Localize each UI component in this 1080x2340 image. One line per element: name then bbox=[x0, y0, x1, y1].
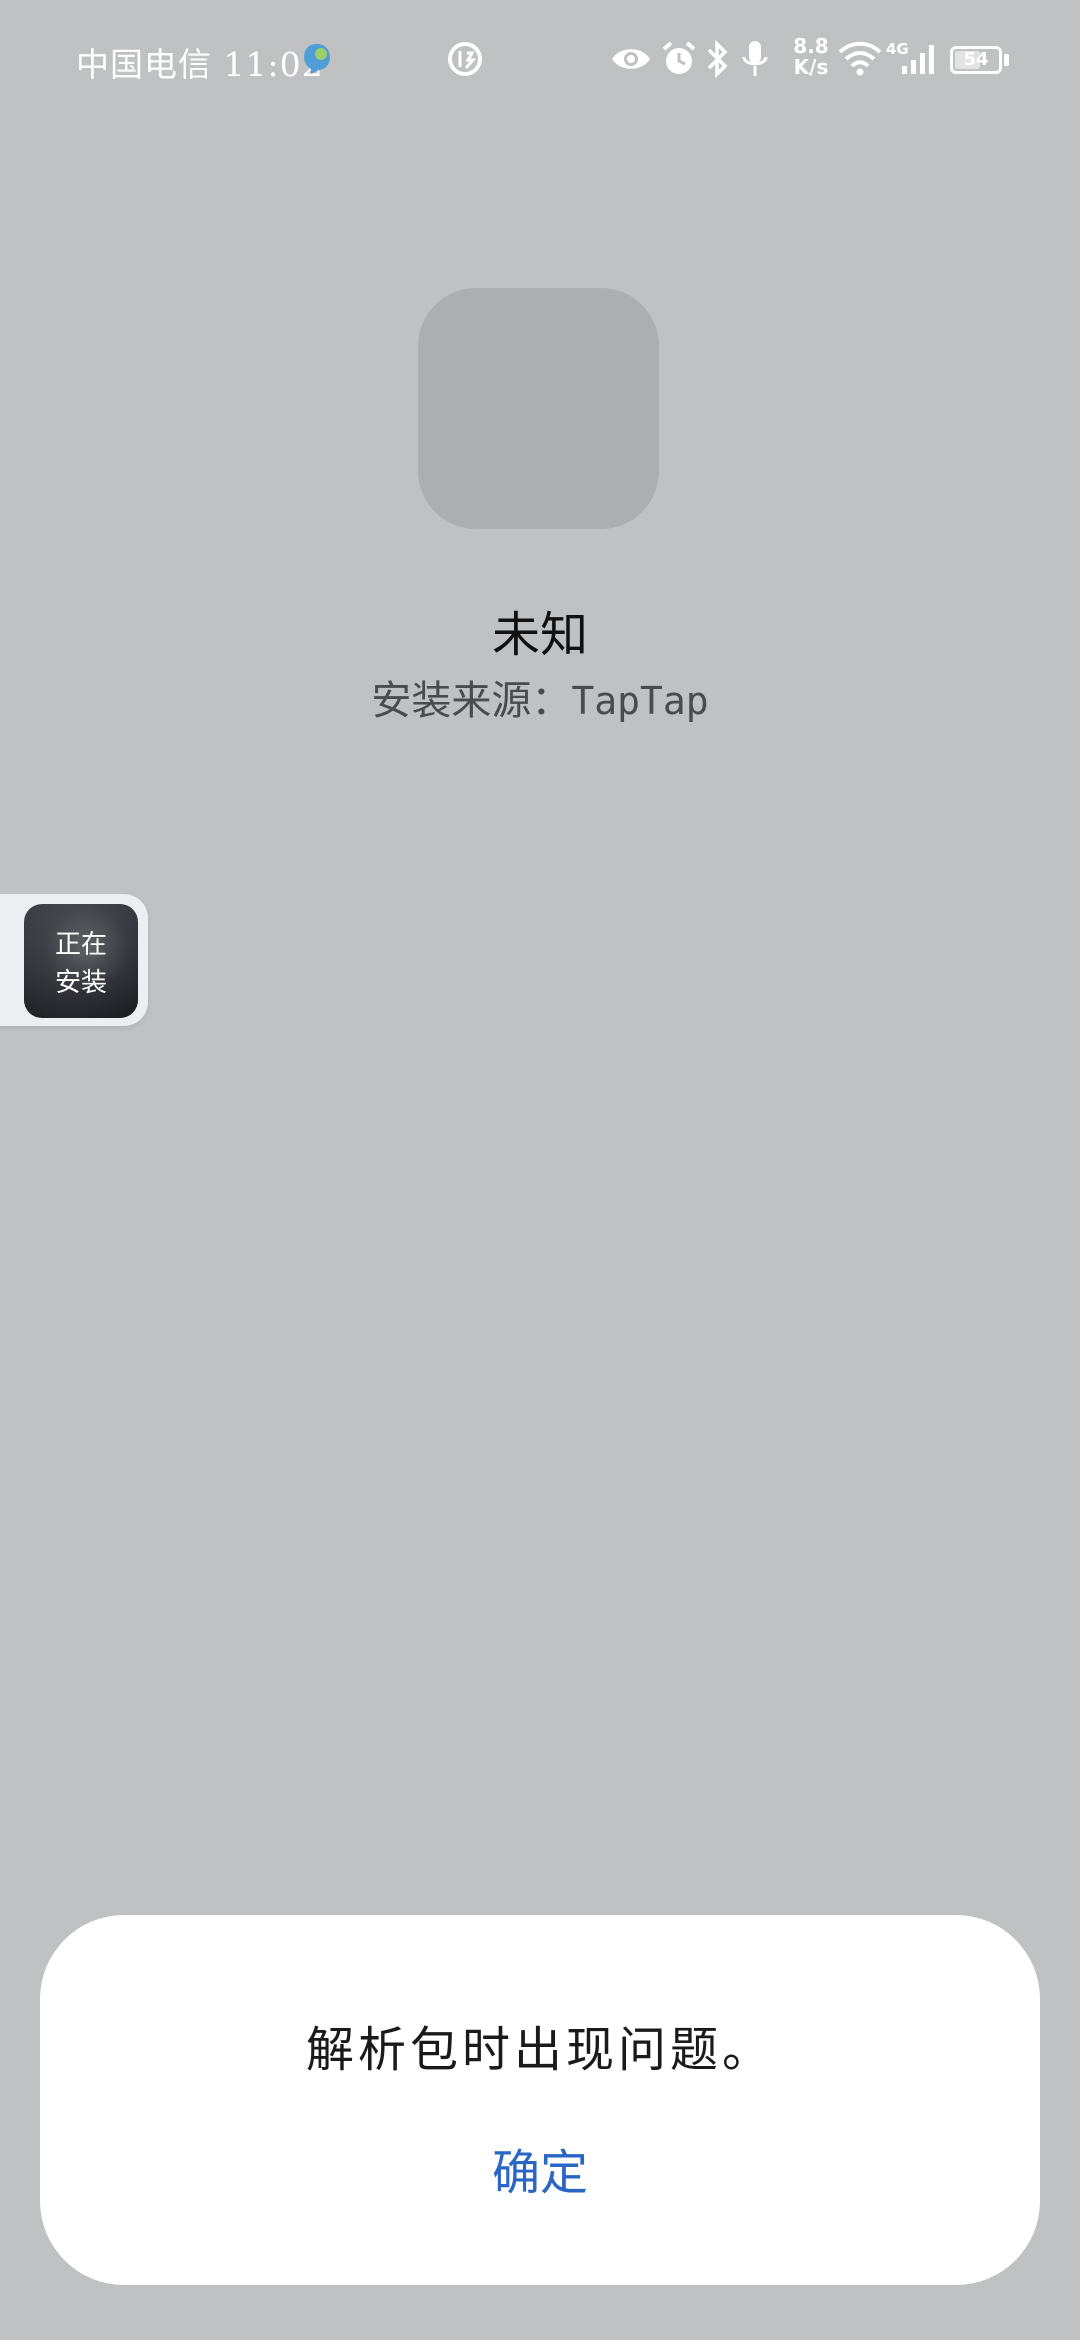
bluetooth-icon bbox=[707, 39, 728, 79]
wifi-icon bbox=[838, 41, 882, 76]
ok-button[interactable]: 确定 bbox=[440, 2133, 640, 2213]
installing-label: 正在 安装 bbox=[24, 926, 138, 1002]
assistant-icon bbox=[304, 44, 330, 74]
alarm-icon bbox=[662, 41, 696, 74]
battery-percent: 54 bbox=[963, 49, 989, 70]
install-source: 安装来源：TapTap bbox=[0, 668, 1080, 726]
install-source-label: 安装来源： bbox=[371, 678, 572, 724]
battery-tip bbox=[1004, 54, 1009, 66]
dialog-message: 解析包时出现问题。 bbox=[305, 2022, 774, 2078]
floating-install-bubble[interactable]: 正在 安装 bbox=[0, 894, 148, 1026]
eye-icon bbox=[612, 49, 650, 69]
carrier-time: 中国电信 11:02 bbox=[76, 38, 324, 86]
status-bar: 中国电信 11:02 8.8 K/s 4G 54 bbox=[0, 0, 1080, 120]
speed-unit: K/s bbox=[793, 55, 829, 79]
error-dialog: 解析包时出现问题。 确定 bbox=[40, 1915, 1040, 2285]
data-saver-icon bbox=[448, 42, 482, 76]
installing-app-thumbnail[interactable]: 正在 安装 bbox=[24, 904, 138, 1018]
install-source-value: TapTap bbox=[571, 679, 709, 723]
installing-label-line2: 安装 bbox=[54, 968, 107, 998]
installing-label-line1: 正在 bbox=[54, 930, 107, 960]
app-icon-placeholder bbox=[418, 288, 659, 529]
microphone-icon bbox=[742, 41, 768, 76]
network-speed: 8.8 K/s bbox=[788, 36, 834, 78]
speed-value: 8.8 bbox=[793, 34, 829, 58]
battery-icon: 54 bbox=[950, 46, 1002, 74]
carrier-name: 中国电信 bbox=[76, 45, 212, 84]
signal-icon bbox=[902, 45, 934, 74]
app-name: 未知 bbox=[491, 607, 588, 663]
